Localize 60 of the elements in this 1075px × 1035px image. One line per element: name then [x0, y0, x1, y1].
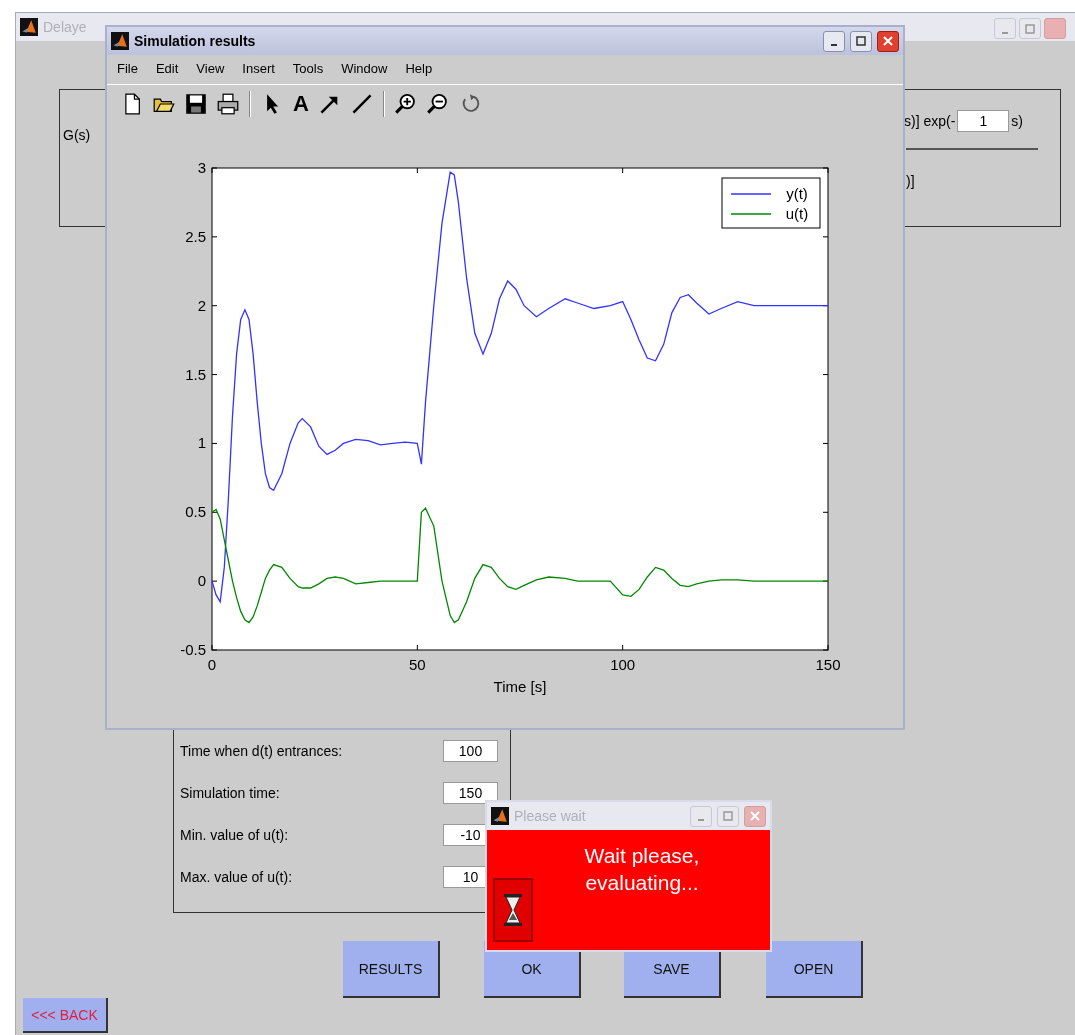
action-button[interactable]: OPEN: [766, 941, 863, 998]
window-title: Please wait: [514, 808, 586, 824]
app-icon: [491, 807, 509, 825]
minimize-icon: [698, 819, 704, 821]
app-icon: [20, 18, 38, 36]
menu-item[interactable]: Help: [405, 61, 433, 78]
menu-item[interactable]: Edit: [155, 61, 179, 78]
menu-item[interactable]: Tools: [292, 61, 324, 78]
maximize-icon: [856, 36, 866, 46]
y-tick-label: 0: [197, 572, 206, 590]
y-tick-label: 1.5: [185, 365, 206, 383]
wait-message: Wait please, evaluating...: [583, 843, 701, 897]
formula-text: s): [1011, 113, 1023, 129]
close-icon: [883, 36, 893, 46]
parameter-label: Time when d(t) entrances:: [180, 743, 343, 759]
app-icon: [111, 32, 129, 50]
action-button[interactable]: RESULTS: [343, 941, 440, 998]
y-tick-label: 2.5: [185, 227, 206, 245]
menu-item[interactable]: View: [196, 61, 225, 78]
formula-text: )]: [906, 173, 915, 189]
maximize-icon: [1025, 23, 1035, 34]
x-tick-label: 150: [815, 656, 841, 673]
x-tick-label: 0: [207, 656, 217, 673]
window-title: Simulation results: [134, 33, 256, 49]
delay-field[interactable]: 1: [957, 110, 1010, 132]
formula-text: s)] exp(-: [904, 113, 956, 129]
y-tick-label: 2: [197, 296, 206, 314]
minimize-icon: [1002, 31, 1008, 34]
y-tick-label: 1: [197, 434, 206, 452]
parameter-label: Simulation time:: [180, 785, 280, 801]
transfer-function-label: G(s): [63, 127, 91, 143]
y-tick-label: 0.5: [185, 503, 206, 521]
hourglass-icon: [503, 893, 523, 927]
text-tool[interactable]: A: [293, 93, 309, 115]
minimize-icon: [831, 44, 837, 46]
minimize-button[interactable]: [823, 30, 845, 52]
maximize-icon: [723, 811, 733, 821]
menu-item[interactable]: Window: [341, 61, 388, 78]
x-axis-label: Time [s]: [493, 678, 547, 695]
parameter-field[interactable]: 100: [443, 740, 498, 762]
parameter-field[interactable]: 150: [443, 782, 498, 804]
window-title: Delaye: [43, 19, 87, 35]
menu-item[interactable]: Insert: [242, 61, 275, 78]
x-tick-label: 100: [610, 656, 636, 673]
menu-item[interactable]: File: [117, 61, 138, 78]
y-tick-label: -0.5: [180, 641, 206, 658]
close-button[interactable]: [877, 30, 899, 52]
legend-label: u(t): [785, 205, 809, 222]
y-tick-label: 3: [197, 159, 206, 176]
close-icon: [750, 811, 760, 821]
parameter-label: Min. value of u(t):: [180, 827, 289, 843]
save-icon[interactable]: [185, 93, 207, 115]
zoom-in-icon[interactable]: [394, 93, 417, 115]
parameter-label: Max. value of u(t):: [180, 869, 293, 885]
legend-label: y(t): [786, 185, 808, 202]
maximize-button[interactable]: [850, 30, 872, 52]
line-icon[interactable]: [350, 93, 373, 115]
x-tick-label: 50: [409, 656, 426, 673]
print-icon[interactable]: [217, 93, 239, 115]
zoom-out-icon[interactable]: [426, 93, 449, 115]
